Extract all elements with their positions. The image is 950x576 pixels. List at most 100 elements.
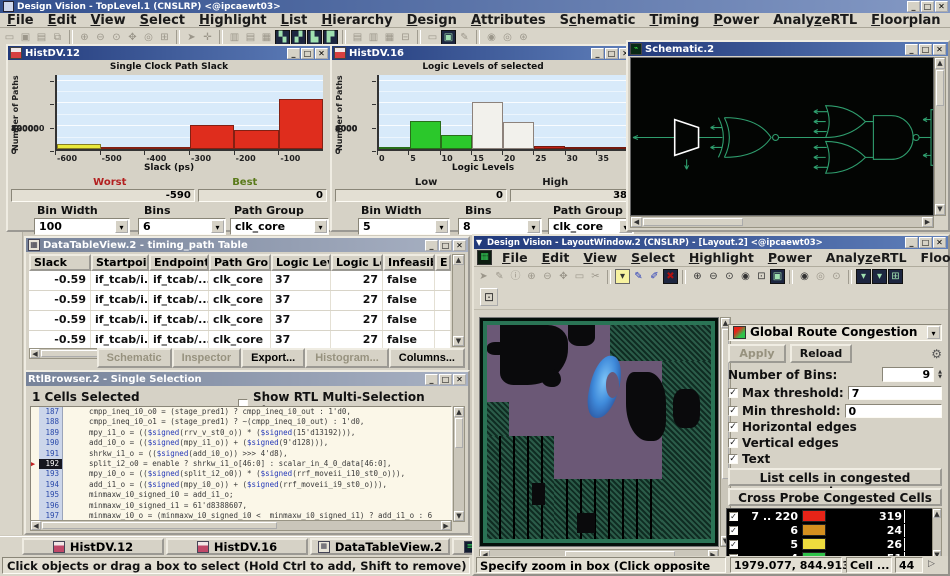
menu-select[interactable]: Select bbox=[624, 250, 682, 265]
column-header-infeasible[interactable]: Infeasible bbox=[383, 254, 435, 271]
bin-width-select[interactable]: 5▾ bbox=[358, 218, 450, 235]
minimize-button[interactable]: _ bbox=[591, 48, 604, 59]
rtl-horizontal-scrollbar[interactable]: ◀ ▶ bbox=[30, 520, 452, 531]
select-icon[interactable]: ➤ bbox=[476, 269, 491, 284]
log-icon[interactable]: ▣ bbox=[441, 30, 456, 45]
info-icon[interactable]: ⓘ bbox=[508, 269, 523, 284]
legend-checkbox[interactable]: ✓ bbox=[729, 540, 738, 549]
legend-count[interactable]: 24 bbox=[830, 524, 905, 537]
histogram--button[interactable]: Histogram... bbox=[305, 348, 389, 368]
code-line[interactable]: 193mpy_i0_o = (($signed(split_i2_o0)) * … bbox=[31, 469, 451, 479]
chevron-down-icon[interactable]: ▾ bbox=[435, 220, 448, 233]
path-group-select[interactable]: clk_core▾ bbox=[230, 218, 329, 235]
cut-icon[interactable]: ✂ bbox=[588, 269, 603, 284]
minimize-button[interactable]: _ bbox=[425, 240, 438, 251]
column-header-slack[interactable]: Slack bbox=[29, 254, 91, 271]
browser-icon[interactable]: ⊟ bbox=[398, 30, 413, 45]
list-icon[interactable]: ▥ bbox=[366, 30, 381, 45]
legend-scrollbar[interactable]: ▲ ▼ bbox=[932, 508, 942, 560]
maximize-button[interactable]: □ bbox=[301, 48, 314, 59]
code-line[interactable]: 189mpy_i1_o = (($signed(rrv_v_st0_o)) * … bbox=[31, 428, 451, 438]
layout-titlebar[interactable]: ▼ Design Vision - LayoutWindow.2 (CNSLRP… bbox=[474, 236, 948, 249]
menu-list[interactable]: List bbox=[274, 13, 315, 28]
best-value-field[interactable]: 0 bbox=[198, 189, 327, 202]
menu-floorplan[interactable]: Floorplan bbox=[864, 13, 947, 28]
target-icon[interactable]: ◎ bbox=[141, 30, 156, 45]
expand-icon[interactable]: ▷ bbox=[928, 559, 935, 569]
maximize-button[interactable]: □ bbox=[919, 44, 932, 55]
rtl-vertical-scrollbar[interactable]: ▲ ▼ bbox=[453, 406, 465, 522]
max-threshold-field[interactable]: 7 bbox=[848, 386, 942, 400]
close-button[interactable]: ✕ bbox=[315, 48, 328, 59]
chevron-down-icon[interactable]: ▾ bbox=[527, 220, 540, 233]
zoom-next-icon[interactable]: ◉ bbox=[738, 269, 753, 284]
save-icon[interactable]: ▣ bbox=[18, 30, 33, 45]
gear-icon[interactable]: ⚙ bbox=[931, 347, 942, 361]
copy-icon[interactable]: ⧉ bbox=[50, 30, 65, 45]
chevron-down-icon[interactable]: ▾ bbox=[927, 326, 940, 339]
bin-width-select[interactable]: 100▾ bbox=[34, 218, 130, 235]
zoom-out-icon[interactable]: ⊖ bbox=[540, 269, 555, 284]
code-line[interactable]: 188cmpp_ineq_i0_o1 = (stage_pred1) ? ~(c… bbox=[31, 417, 451, 427]
legend-count[interactable]: 26 bbox=[830, 538, 905, 551]
reload-button[interactable]: Reload bbox=[790, 344, 852, 363]
code-line[interactable]: 195minmaxw_i0_signed_i0 = add_i1_o; bbox=[31, 490, 451, 500]
menu-file[interactable]: File bbox=[0, 13, 41, 28]
probe-icon[interactable]: ◉ bbox=[797, 269, 812, 284]
minimize-button[interactable]: _ bbox=[905, 237, 918, 248]
cross-probe-button[interactable]: Cross Probe Congested Cells bbox=[728, 488, 942, 506]
spinner-arrows[interactable]: ▲▼ bbox=[938, 370, 942, 380]
min-threshold-checkbox[interactable]: ✓ bbox=[728, 406, 738, 416]
apply-button[interactable]: Apply bbox=[728, 344, 786, 363]
schematic-button[interactable]: Schematic bbox=[97, 348, 172, 368]
table-vertical-scrollbar[interactable]: ▲ ▼ bbox=[452, 254, 465, 347]
bins-select[interactable]: 8▾ bbox=[458, 218, 542, 235]
histdv12-titlebar[interactable]: HistDV.12 _ □ ✕ bbox=[8, 46, 330, 60]
column-header-logic-levi[interactable]: Logic Levi bbox=[271, 254, 331, 271]
menu-design[interactable]: Design bbox=[400, 13, 464, 28]
close-button[interactable]: ✕ bbox=[933, 44, 946, 55]
rtl-code-view[interactable]: 187cmpp_ineq_i0_o0 = (stage_pred1) ? cmp… bbox=[30, 406, 452, 524]
low-value-field[interactable]: 0 bbox=[335, 189, 507, 202]
script-icon[interactable]: ✎ bbox=[457, 30, 472, 45]
minimize-button[interactable]: _ bbox=[905, 44, 918, 55]
main-titlebar[interactable]: Design Vision - TopLevel.1 (CNSLRP) <@ip… bbox=[0, 0, 950, 13]
zoom-out-icon[interactable]: ⊖ bbox=[93, 30, 108, 45]
horizontal-edges-checkbox[interactable]: ✓ bbox=[728, 422, 738, 432]
minimize-button[interactable]: _ bbox=[907, 1, 920, 12]
new-schematic-window-icon[interactable]: ▞ bbox=[291, 30, 306, 45]
bins-select[interactable]: 6▾ bbox=[138, 218, 226, 235]
forward-icon[interactable]: ◎ bbox=[500, 30, 515, 45]
histdv16-titlebar[interactable]: HistDV.16 _ □ ✕ bbox=[332, 46, 634, 60]
edit-icon[interactable]: ✎ bbox=[492, 269, 507, 284]
text-checkbox[interactable]: ✓ bbox=[728, 454, 738, 464]
map-mode2-icon[interactable]: ▾ bbox=[872, 269, 887, 284]
print-icon[interactable]: ▤ bbox=[34, 30, 49, 45]
column-header-logic-levi[interactable]: Logic Levi bbox=[331, 254, 383, 271]
zoom-prev-icon[interactable]: ⊙ bbox=[722, 269, 737, 284]
ruler-icon[interactable]: ▭ bbox=[572, 269, 587, 284]
redraw-icon[interactable]: ▣ bbox=[770, 269, 785, 284]
zoom-fit-icon[interactable]: ⊙ bbox=[109, 30, 124, 45]
vertical-edges-checkbox[interactable]: ✓ bbox=[728, 438, 738, 448]
table-row[interactable]: -0.59if_tcab/i...if_tcab/...clk_core3727… bbox=[29, 291, 451, 311]
menu-power[interactable]: Power bbox=[706, 13, 766, 28]
column-header-startpoint[interactable]: Startpoint bbox=[91, 254, 149, 271]
close-button[interactable]: ✕ bbox=[935, 1, 948, 12]
schematic-canvas[interactable] bbox=[630, 57, 934, 216]
close-button[interactable]: ✕ bbox=[453, 374, 466, 385]
menu-analyzertl[interactable]: AnalyzeRTL bbox=[766, 13, 864, 28]
zoom-in-icon[interactable]: ⊕ bbox=[77, 30, 92, 45]
menu-attributes[interactable]: Attributes bbox=[464, 13, 553, 28]
schematic2-titlebar[interactable]: ⌁ Schematic.2 _ □ ✕ bbox=[628, 42, 948, 56]
menu-edit[interactable]: Edit bbox=[535, 250, 577, 265]
delete-icon[interactable]: ✖ bbox=[663, 269, 678, 284]
add-select-icon[interactable]: ✛ bbox=[200, 30, 215, 45]
table-row[interactable]: -0.59if_tcab/i...if_tcab/...clk_core3727… bbox=[29, 311, 451, 331]
columns--button[interactable]: Columns... bbox=[389, 348, 465, 368]
zoom-box-icon[interactable]: ⊡ bbox=[754, 269, 769, 284]
select-tool-icon[interactable]: ➤ bbox=[184, 30, 199, 45]
legend-count[interactable]: 319 bbox=[830, 510, 905, 523]
new-table-window-icon[interactable]: ▛ bbox=[323, 30, 338, 45]
menu-schematic[interactable]: Schematic bbox=[553, 13, 643, 28]
